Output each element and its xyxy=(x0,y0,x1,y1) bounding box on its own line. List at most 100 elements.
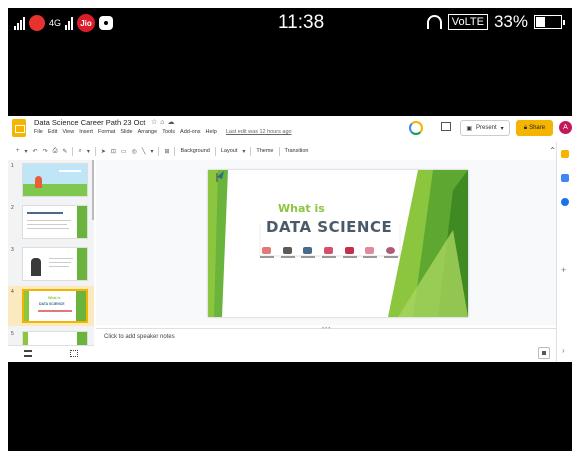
grid-view-icon[interactable] xyxy=(70,350,78,357)
move-folder-icon[interactable]: ⌂ xyxy=(160,119,167,126)
thumb-person xyxy=(31,258,41,276)
butterfly-logo-icon xyxy=(210,171,224,182)
menu-addons[interactable]: Add-ons xyxy=(180,129,201,135)
thumb-text-line xyxy=(49,266,69,267)
star-icon[interactable]: ☆ xyxy=(151,119,160,126)
explore-button[interactable] xyxy=(538,347,550,359)
slide-thumbnail[interactable] xyxy=(22,205,88,239)
chevron-down-icon[interactable]: ▾ xyxy=(501,125,504,132)
transition-button[interactable]: Transition xyxy=(285,148,309,154)
slide-thumbnail-row[interactable]: 2 xyxy=(8,202,94,242)
speaker-notes-placeholder[interactable]: Click to add speaker notes xyxy=(104,334,175,340)
chevron-down-icon[interactable]: ▾ xyxy=(25,148,28,155)
current-slide[interactable]: What is DATA SCIENCE xyxy=(208,170,468,317)
cloud-icon[interactable]: ☁ xyxy=(168,119,178,126)
slide-thumbnail-row-selected[interactable]: 4 What is DATA SCIENCE xyxy=(8,286,94,326)
lock-icon: 🔒︎ xyxy=(523,124,528,131)
chevron-right-icon[interactable]: › xyxy=(562,346,565,355)
thumb-figure xyxy=(35,176,42,188)
thumb-accent xyxy=(24,291,29,321)
thumb-sky xyxy=(23,164,87,184)
undo-icon[interactable]: ↶ xyxy=(33,148,38,155)
account-avatar[interactable]: A xyxy=(559,121,572,134)
battery-percent: 33% xyxy=(493,12,528,31)
slide-subtitle[interactable]: What is xyxy=(278,202,325,215)
last-edit-link[interactable]: Last edit was 12 hours ago xyxy=(226,129,292,135)
menu-slide[interactable]: Slide xyxy=(120,129,132,135)
layout-button[interactable]: Layout xyxy=(221,148,238,154)
status-right-icons: VoLTE 33% xyxy=(426,12,565,32)
share-label: Share xyxy=(529,125,546,131)
zoom-icon[interactable]: ⌕ xyxy=(78,148,81,155)
slide-thumbnail-row[interactable]: 1 xyxy=(8,160,94,200)
slide-thumbnail[interactable] xyxy=(22,247,88,281)
clock: 11:38 xyxy=(278,12,325,33)
divider xyxy=(214,146,216,156)
slide-number: 4 xyxy=(11,289,14,295)
black-letterbox-bottom xyxy=(8,362,572,451)
slide-number: 2 xyxy=(11,205,14,211)
menu-tools[interactable]: Tools xyxy=(162,129,175,135)
shape-icon[interactable]: ◎ xyxy=(132,148,137,155)
text-box-icon[interactable]: ⊡ xyxy=(111,148,116,155)
background-button[interactable]: Background xyxy=(180,148,209,154)
present-button[interactable]: ▣ Present ▾ xyxy=(460,120,510,136)
add-ons-plus-icon[interactable]: + xyxy=(561,266,566,275)
menu-edit[interactable]: Edit xyxy=(48,129,57,135)
comment-add-icon[interactable]: ⊞ xyxy=(164,148,169,155)
slide-thumbnail-selected[interactable]: What is DATA SCIENCE xyxy=(22,289,88,323)
slide-thumbnail[interactable] xyxy=(22,163,88,197)
gear-icon xyxy=(383,246,398,258)
slide-title[interactable]: DATA SCIENCE xyxy=(266,218,392,236)
divider xyxy=(158,146,160,156)
menu-help[interactable]: Help xyxy=(206,129,217,135)
slide-filmstrip[interactable]: 1 2 3 4 What is DATA SCIENCE 5 xyxy=(8,160,94,345)
theme-button[interactable]: Theme xyxy=(256,148,273,154)
slide-thumbnail-row[interactable]: 5 xyxy=(8,328,94,345)
thumb-accent xyxy=(77,332,87,345)
slides-logo-icon[interactable] xyxy=(12,119,26,137)
image-icon[interactable]: ▭ xyxy=(121,148,127,155)
menu-format[interactable]: Format xyxy=(98,129,115,135)
slide-number: 3 xyxy=(11,247,14,253)
share-button[interactable]: 🔒︎ Share xyxy=(516,120,553,136)
keep-icon[interactable] xyxy=(561,150,569,158)
new-slide-icon[interactable]: + xyxy=(16,148,20,154)
menu-file[interactable]: File xyxy=(34,129,43,135)
line-icon[interactable]: ╲ xyxy=(142,148,146,155)
chevron-down-icon[interactable]: ▾ xyxy=(150,148,153,155)
print-icon[interactable]: ⎙ xyxy=(53,148,58,155)
filmstrip-scrollbar[interactable] xyxy=(92,160,94,220)
volte-badge: VoLTE xyxy=(447,14,488,30)
select-cursor-icon[interactable]: ➤ xyxy=(101,148,106,155)
carrier-logo: Jio xyxy=(77,14,96,32)
notes-resize-handle[interactable]: ••• xyxy=(322,326,331,332)
menu-view[interactable]: View xyxy=(62,129,74,135)
slide-thumbnail[interactable] xyxy=(22,331,88,345)
redo-icon[interactable]: ↷ xyxy=(43,148,48,155)
slide-thumbnail-row[interactable]: 3 xyxy=(8,244,94,284)
thumb-icon-row xyxy=(38,310,72,312)
slide-number: 1 xyxy=(11,163,14,169)
menu-insert[interactable]: Insert xyxy=(79,129,93,135)
chevron-down-icon[interactable]: ▾ xyxy=(242,148,245,155)
collapse-menu-icon[interactable]: ⌃ xyxy=(549,146,556,155)
filmstrip-view-icon[interactable] xyxy=(24,350,32,357)
menu-arrange[interactable]: Arrange xyxy=(138,129,158,135)
slide-canvas[interactable]: What is DATA SCIENCE xyxy=(96,160,556,325)
collaborator-avatar[interactable] xyxy=(409,121,423,135)
chevron-down-icon[interactable]: ▾ xyxy=(87,148,90,155)
document-title[interactable]: Data Science Career Path 23 Oct xyxy=(34,118,145,127)
speaker-notes[interactable]: ••• Click to add speaker notes xyxy=(96,326,556,362)
heart-icon xyxy=(29,15,45,31)
thumb-text-line xyxy=(59,170,81,172)
thumb-accent xyxy=(23,332,28,345)
battery-fill xyxy=(536,17,545,27)
calendar-icon[interactable] xyxy=(561,174,569,182)
black-letterbox-top xyxy=(8,38,572,116)
paint-format-icon[interactable]: ✎ xyxy=(62,148,67,155)
computer-icon xyxy=(321,246,336,258)
comment-icon[interactable] xyxy=(441,122,451,131)
divider xyxy=(94,146,96,156)
tasks-icon[interactable] xyxy=(561,198,569,206)
